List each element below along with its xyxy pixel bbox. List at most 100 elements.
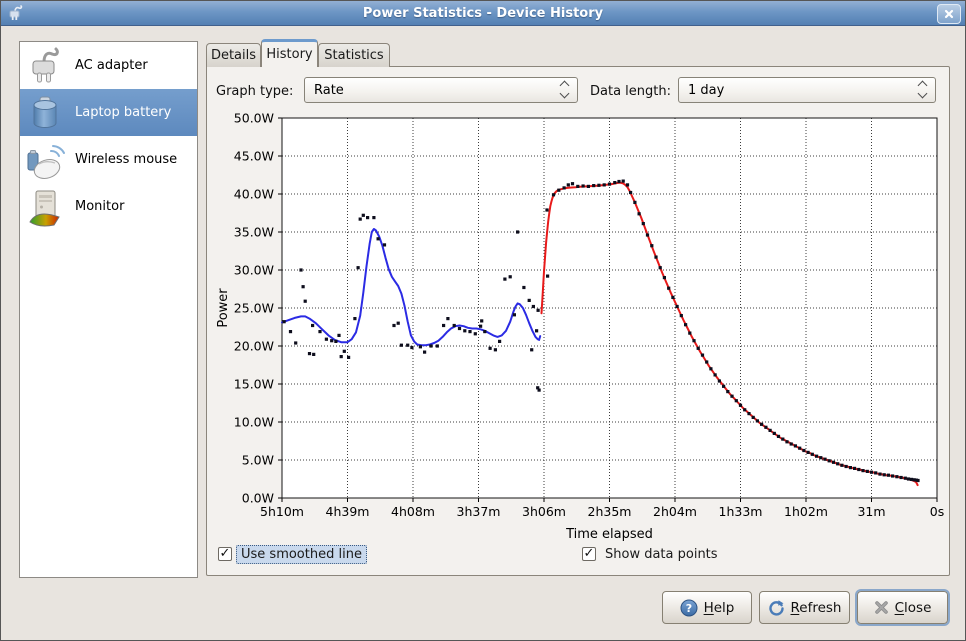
help-icon: ? xyxy=(680,599,698,617)
x-tick-label: 0s xyxy=(930,504,944,519)
data-point xyxy=(878,473,881,476)
data-point xyxy=(557,189,560,192)
data-point xyxy=(294,341,297,344)
data-point xyxy=(709,367,712,370)
data-point xyxy=(545,208,548,211)
tab-details[interactable]: Details xyxy=(206,43,261,67)
data-point xyxy=(811,453,814,456)
data-point xyxy=(870,471,873,474)
data-point xyxy=(861,469,864,472)
sidebar-item-monitor[interactable]: Monitor xyxy=(20,183,197,230)
data-point xyxy=(311,324,314,327)
x-tick-label: 2h35m xyxy=(588,504,632,519)
data-point xyxy=(567,183,570,186)
data-point xyxy=(498,340,501,343)
data-point xyxy=(463,329,466,332)
y-tick-label: 10.0W xyxy=(234,415,274,430)
data-point xyxy=(532,305,535,308)
y-tick-label: 30.0W xyxy=(234,263,274,278)
data-point xyxy=(836,462,839,465)
data-point xyxy=(735,399,738,402)
data-point xyxy=(582,184,585,187)
data-point xyxy=(592,184,595,187)
data-point xyxy=(874,471,877,474)
data-point xyxy=(769,429,772,432)
data-point xyxy=(308,352,311,355)
checkmark-icon: ✓ xyxy=(220,547,231,560)
data-point xyxy=(603,183,606,186)
data-point xyxy=(617,180,620,183)
close-button[interactable]: Close xyxy=(857,591,948,624)
y-tick-label: 35.0W xyxy=(234,225,274,240)
refresh-icon xyxy=(768,599,785,616)
data-point xyxy=(337,334,340,337)
data-point xyxy=(907,477,910,480)
close-button-label: Close xyxy=(895,600,932,616)
data-point xyxy=(622,180,625,183)
combo-arrows-icon xyxy=(919,82,926,97)
data-point xyxy=(436,344,439,347)
wireless-mouse-icon xyxy=(25,140,65,180)
data-point xyxy=(366,216,369,219)
data-point xyxy=(642,222,645,225)
refresh-button[interactable]: Refresh xyxy=(759,591,850,624)
data-point xyxy=(397,322,400,325)
sidebar-item-ac-adapter[interactable]: AC adapter xyxy=(20,42,197,89)
y-tick-label: 50.0W xyxy=(234,111,274,126)
data-point xyxy=(483,330,486,333)
data-point xyxy=(891,474,894,477)
data-point xyxy=(794,444,797,447)
data-point xyxy=(807,451,810,454)
svg-text:?: ? xyxy=(685,602,691,615)
data-point xyxy=(671,296,674,299)
data-point xyxy=(857,468,860,471)
data-point xyxy=(659,266,662,269)
data-point xyxy=(362,214,365,217)
y-tick-label: 45.0W xyxy=(234,149,274,164)
data-point xyxy=(546,275,549,278)
data-point xyxy=(325,338,328,341)
show-data-points-option[interactable]: ✓ Show data points xyxy=(582,545,723,563)
window-close-button[interactable] xyxy=(937,4,961,24)
checkmark-icon: ✓ xyxy=(584,547,595,560)
data-point xyxy=(429,344,432,347)
data-point xyxy=(832,461,835,464)
data-point xyxy=(423,351,426,354)
data-point xyxy=(726,390,729,393)
sidebar-item-wireless-mouse[interactable]: Wireless mouse xyxy=(20,136,197,183)
power-statistics-window: Power Statistics - Device History AC ada… xyxy=(0,0,966,641)
data-length-select[interactable]: 1 day xyxy=(678,77,936,103)
data-point xyxy=(752,416,755,419)
data-point xyxy=(760,423,763,426)
graph-type-select[interactable]: Rate xyxy=(304,77,578,103)
sidebar-item-laptop-battery[interactable]: Laptop battery xyxy=(20,89,197,136)
show-data-points-checkbox[interactable]: ✓ xyxy=(582,547,596,561)
show-data-points-label: Show data points xyxy=(600,545,723,564)
data-point xyxy=(289,330,292,333)
data-point xyxy=(904,477,907,480)
data-point xyxy=(318,330,321,333)
power-history-chart: 0.0W5.0W10.0W15.0W20.0W25.0W30.0W35.0W40… xyxy=(211,111,950,541)
data-point xyxy=(571,182,574,185)
data-point xyxy=(538,389,541,392)
tab-label: History xyxy=(266,47,312,62)
data-point xyxy=(513,313,516,316)
data-point xyxy=(597,184,600,187)
data-point xyxy=(802,449,805,452)
tab-label: Details xyxy=(211,48,256,63)
data-point xyxy=(828,459,831,462)
close-x-icon xyxy=(874,600,889,615)
data-point xyxy=(357,266,360,269)
help-button-label: Help xyxy=(704,600,735,616)
sidebar-item-label: AC adapter xyxy=(75,58,148,73)
battery-icon xyxy=(25,93,65,133)
data-point xyxy=(676,305,679,308)
use-smoothed-line-option[interactable]: ✓ Use smoothed line xyxy=(218,545,367,563)
data-point xyxy=(608,183,611,186)
tab-history[interactable]: History xyxy=(261,39,318,67)
graph-type-value: Rate xyxy=(314,83,344,98)
help-button[interactable]: ? Help xyxy=(662,591,752,624)
tab-statistics[interactable]: Statistics xyxy=(318,43,390,67)
use-smoothed-line-checkbox[interactable]: ✓ xyxy=(218,547,232,561)
data-point xyxy=(302,285,305,288)
